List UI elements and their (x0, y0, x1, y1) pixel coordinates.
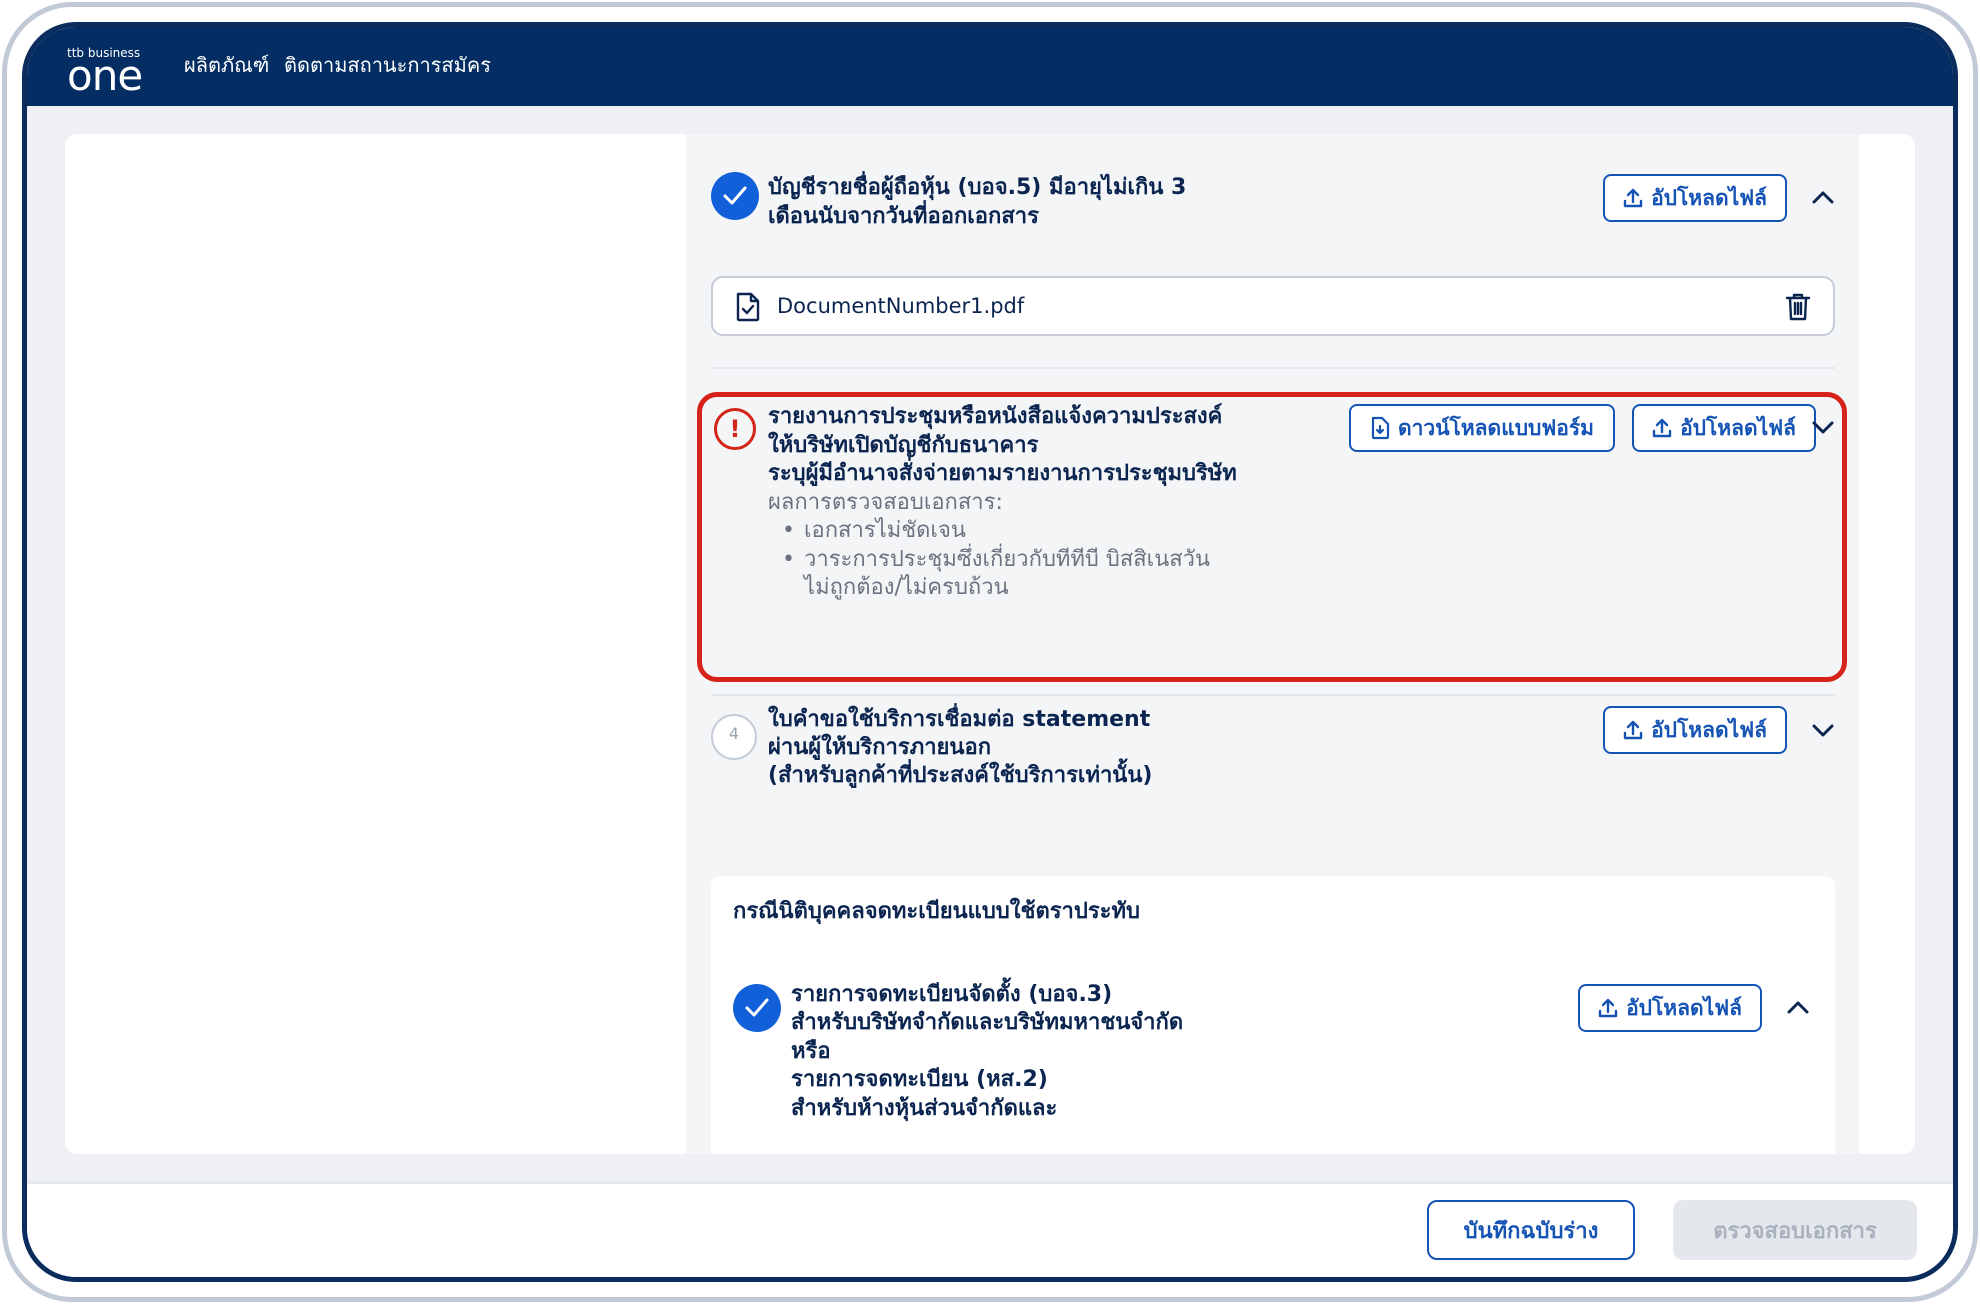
upload-icon (1623, 720, 1643, 740)
doc1-upload-label: อัปโหลดไฟล์ (1651, 185, 1767, 210)
uploaded-file-name: DocumentNumber1.pdf (777, 294, 1025, 318)
step-number: 4 (728, 724, 740, 743)
pdf-file-check-icon (736, 292, 760, 322)
chevron-up-icon[interactable] (1808, 183, 1838, 213)
download-file-icon (1371, 416, 1390, 440)
uploaded-file-row: DocumentNumber1.pdf (711, 276, 1835, 336)
doc2-download-label: ดาวน์โหลดแบบฟอร์ม (1397, 415, 1594, 440)
check-circle-icon (733, 984, 781, 1032)
upload-icon (1598, 998, 1618, 1018)
brand-logo[interactable]: ttb business one (67, 46, 167, 98)
nav-application-status[interactable]: ติดตามสถานะการสมัคร (284, 51, 491, 79)
doc3-title-line3: (สำหรับลูกค้าที่ประสงค์ใช้บริการเท่านั้น… (768, 763, 1153, 788)
left-side-panel (65, 134, 686, 1154)
sub-item-title-line2: สำหรับบริษัทจำกัดและบริษัทมหาชนจำกัด (791, 1010, 1184, 1035)
stamped-registration-section: กรณีนิติบุคคลจดทะเบียนแบบใช้ตราประทับ รา… (711, 876, 1835, 1154)
sub-item-upload-button[interactable]: อัปโหลดไฟล์ (1578, 984, 1762, 1032)
doc3-upload-button[interactable]: อัปโหลดไฟล์ (1603, 706, 1787, 754)
save-draft-button[interactable]: บันทึกฉบับร่าง (1427, 1200, 1635, 1260)
doc2-issue-2-cont: ไม่ถูกต้อง/ไม่ครบถ้วน (804, 575, 1009, 600)
sub-section-heading: กรณีนิติบุคคลจดทะเบียนแบบใช้ตราประทับ (733, 899, 1140, 924)
section-divider (711, 694, 1835, 696)
doc2-upload-label: อัปโหลดไฟล์ (1680, 415, 1796, 440)
right-side-panel (1859, 134, 1915, 1154)
upload-icon (1623, 188, 1643, 208)
nav-products[interactable]: ผลิตภัณฑ์ (184, 51, 269, 79)
top-navigation-bar: ttb business one ผลิตภัณฑ์ ติดตามสถานะกา… (27, 27, 1953, 106)
doc2-download-form-button[interactable]: ดาวน์โหลดแบบฟอร์ม (1349, 404, 1615, 452)
sub-item-title-line5: สำหรับห้างหุ้นส่วนจำกัดและ (791, 1096, 1058, 1121)
chevron-down-icon[interactable] (1808, 715, 1838, 745)
chevron-up-icon[interactable] (1783, 993, 1813, 1023)
doc2-upload-button[interactable]: อัปโหลดไฟล์ (1632, 404, 1816, 452)
trash-icon[interactable] (1785, 292, 1811, 322)
step-number-badge: 4 (711, 714, 757, 760)
check-circle-icon (711, 172, 759, 220)
action-footer: บันทึกฉบับร่าง ตรวจสอบเอกสาร (27, 1181, 1953, 1277)
app-window: ttb business one ผลิตภัณฑ์ ติดตามสถานะกา… (22, 22, 1958, 1282)
chevron-down-icon[interactable] (1808, 412, 1838, 442)
doc3-upload-label: อัปโหลดไฟล์ (1651, 717, 1767, 742)
warning-circle-icon: ! (714, 408, 756, 450)
upload-icon (1652, 418, 1672, 438)
verify-documents-button[interactable]: ตรวจสอบเอกสาร (1673, 1200, 1917, 1260)
sub-item-upload-label: อัปโหลดไฟล์ (1626, 995, 1742, 1020)
doc1-upload-button[interactable]: อัปโหลดไฟล์ (1603, 174, 1787, 222)
section-divider (711, 367, 1835, 369)
page-content: บัญชีรายชื่อผู้ถือหุ้น (บอจ.5) มีอายุไม่… (27, 106, 1953, 1206)
doc1-title-line2: เดือนนับจากวันที่ออกเอกสาร (768, 204, 1039, 229)
logo-main-text: one (67, 51, 143, 100)
bullet-dot: • (782, 547, 795, 572)
document-list-panel[interactable]: บัญชีรายชื่อผู้ถือหุ้น (บอจ.5) มีอายุไม่… (686, 134, 1859, 1154)
